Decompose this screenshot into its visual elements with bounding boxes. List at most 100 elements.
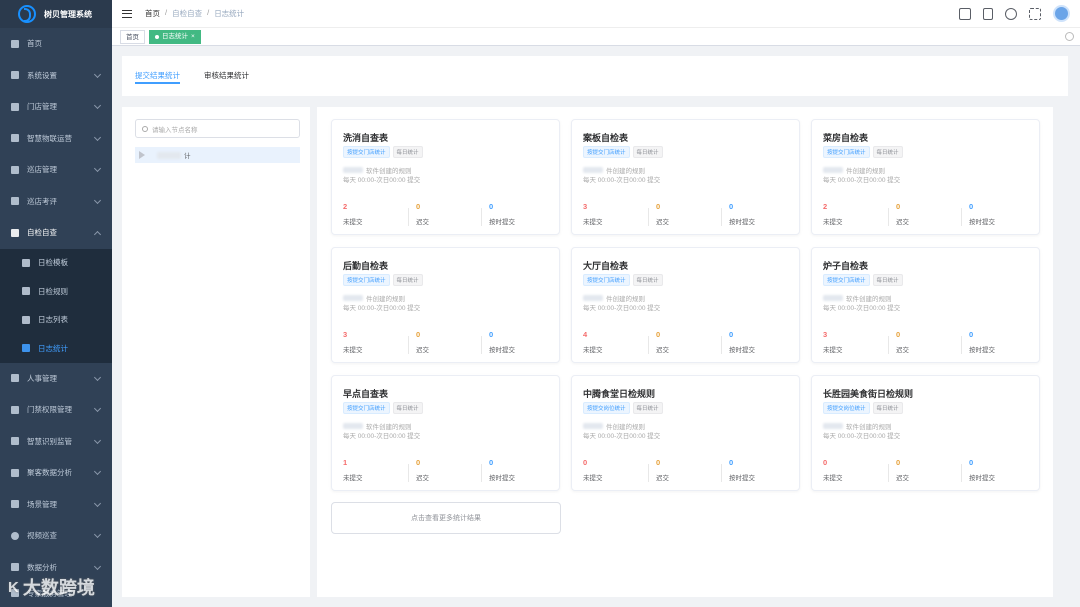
stat-type-badge: 按提交门店统计 xyxy=(583,274,630,286)
stat-value: 0 xyxy=(656,202,661,211)
stats-icon xyxy=(22,344,30,353)
chevron-down-icon xyxy=(93,467,102,476)
frequency-badge: 每日统计 xyxy=(392,402,423,414)
stat-card[interactable]: 菜房自检表 按提交门店统计 每日统计 件创建的规则 每天 00:00-次日00:00 提… xyxy=(811,119,1040,235)
sidebar-item-patrol[interactable]: 巡店管理 xyxy=(0,154,112,186)
stat-label: 按时提交 xyxy=(729,475,755,482)
card-description: 件创建的规则 每天 00:00-次日00:00 提交 xyxy=(583,423,660,441)
sidebar-subitem-log-list[interactable]: 日志列表 xyxy=(0,305,112,334)
mail-icon[interactable] xyxy=(959,7,971,20)
rule-schedule: 每天 00:00-次日00:00 提交 xyxy=(583,177,661,184)
checklist-icon xyxy=(11,228,19,237)
stat-value: 0 xyxy=(969,330,974,339)
sidebar-item-video[interactable]: 视频巡查 xyxy=(0,520,112,552)
stat-card[interactable]: 大厅自检表 按提交门店统计 每日统计 件创建的规则 每天 00:00-次日00:00 提… xyxy=(571,247,800,363)
tag-home[interactable]: 首页 xyxy=(120,29,145,44)
stat-card[interactable]: 洗消自查表 按提交门店统计 每日统计 软件创建的规则 每天 00:00-次日00:00 … xyxy=(331,119,560,235)
card-badges: 按提交门店统计 每日统计 xyxy=(343,402,423,414)
search-icon[interactable] xyxy=(1005,7,1017,20)
sidebar-subitem-template[interactable]: 日检模板 xyxy=(0,248,112,277)
card-title: 后勤自检表 xyxy=(343,261,389,271)
sidebar-subitem-log-stats[interactable]: 日志统计 xyxy=(0,334,112,363)
tag-log-stats[interactable]: 日志统计 × xyxy=(149,29,201,44)
card-badges: 按提交岗位统计 每日统计 xyxy=(583,402,663,414)
stat-value: 0 xyxy=(896,330,901,339)
card-badges: 按提交门店统计 每日统计 xyxy=(343,146,423,158)
card-description: 件创建的规则 每天 00:00-次日00:00 提交 xyxy=(583,167,660,185)
stat-label: 按时提交 xyxy=(489,475,515,482)
card-badges: 按提交门店统计 每日统计 xyxy=(823,146,903,158)
stat-card[interactable]: 长胜园美食街日检规则 按提交岗位统计 每日统计 软件创建的规则 每天 00:00-次日0… xyxy=(811,375,1040,491)
view-more-button[interactable]: 点击查看更多统计结果 xyxy=(331,502,561,534)
divider xyxy=(648,464,649,482)
stat-card[interactable]: 炉子自检表 按提交门店统计 每日统计 软件创建的规则 每天 00:00-次日00:00 … xyxy=(811,247,1040,363)
stat-card[interactable]: 后勤自检表 按提交门店统计 每日统计 件创建的规则 每天 00:00-次日00:00 提… xyxy=(331,247,560,363)
blurred-text xyxy=(343,295,363,301)
breadcrumb-home[interactable]: 首页 xyxy=(145,8,160,19)
stat-label: 未提交 xyxy=(343,475,363,482)
sidebar-item-iot[interactable]: 智慧物联运营 xyxy=(0,123,112,155)
sidebar-item-label: 自检自查 xyxy=(27,228,57,238)
card-title: 早点自查表 xyxy=(343,389,389,399)
blurred-text xyxy=(343,167,363,173)
search-icon xyxy=(142,125,148,132)
sidebar-item-self-check[interactable]: 自检自查 xyxy=(0,217,112,249)
stat-value: 0 xyxy=(896,458,901,467)
stat-label: 未提交 xyxy=(823,219,843,226)
sidebar-item-recognition[interactable]: 智慧识别监管 xyxy=(0,426,112,458)
stat-value: 0 xyxy=(656,330,661,339)
breadcrumb-self-check[interactable]: 自检自查 xyxy=(172,8,202,19)
top-header: 首页 / 自检自查 / 日志统计 xyxy=(112,0,1080,28)
sidebar-item-scene[interactable]: 场景管理 xyxy=(0,489,112,521)
document-icon[interactable] xyxy=(983,7,993,20)
sidebar-item-store[interactable]: 门店管理 xyxy=(0,91,112,123)
tab-review-stats[interactable]: 审核结果统计 xyxy=(204,70,249,81)
card-title: 洗消自查表 xyxy=(343,133,389,143)
stat-value: 0 xyxy=(729,330,734,339)
sidebar-item-label: 数据分析 xyxy=(27,562,57,572)
tag-close-icon[interactable]: × xyxy=(191,30,195,43)
stat-ontime: 0 按时提交 xyxy=(969,330,995,354)
header-actions xyxy=(959,5,1070,22)
stat-card[interactable]: 中腾食堂日检规则 按提交岗位统计 每日统计 件创建的规则 每天 00:00-次日00:0… xyxy=(571,375,800,491)
card-badges: 按提交门店统计 每日统计 xyxy=(583,274,663,286)
blurred-text xyxy=(823,167,843,173)
tags-view: 首页 日志统计 × xyxy=(112,28,1080,46)
globe-icon xyxy=(11,134,19,143)
sidebar-item-patrol-eval[interactable]: 巡店考评 xyxy=(0,186,112,218)
tree-node-label: 计 xyxy=(184,153,191,160)
sidebar-subitem-rules[interactable]: 日检规则 xyxy=(0,277,112,306)
sidebar-item-home[interactable]: 首页 xyxy=(0,28,112,60)
card-title: 菜房自检表 xyxy=(823,133,869,143)
menu-toggle-icon[interactable] xyxy=(122,9,132,18)
stat-ontime: 0 按时提交 xyxy=(729,202,755,226)
stat-ontime: 0 按时提交 xyxy=(969,458,995,482)
sidebar-item-system-settings[interactable]: 系统设置 xyxy=(0,60,112,92)
tree-panel: 请输入节点名称 计 xyxy=(122,107,310,597)
tree-search-input[interactable]: 请输入节点名称 xyxy=(135,119,300,138)
rule-schedule: 每天 00:00-次日00:00 提交 xyxy=(583,305,661,312)
sidebar-item-customer-data[interactable]: 聚客数据分析 xyxy=(0,457,112,489)
tree-node[interactable]: 计 xyxy=(135,147,300,163)
frequency-badge: 每日统计 xyxy=(872,402,903,414)
card-title: 大厅自检表 xyxy=(583,261,629,271)
stat-unsubmitted: 0 未提交 xyxy=(583,458,603,482)
stat-card[interactable]: 案板自检表 按提交门店统计 每日统计 件创建的规则 每天 00:00-次日00:00 提… xyxy=(571,119,800,235)
sidebar-item-label: 日检规则 xyxy=(38,286,68,296)
rule-schedule: 每天 00:00-次日00:00 提交 xyxy=(823,433,901,440)
stat-label: 迟交 xyxy=(416,219,429,226)
stat-ontime: 0 按时提交 xyxy=(969,202,995,226)
avatar[interactable] xyxy=(1053,5,1070,22)
frequency-badge: 每日统计 xyxy=(632,402,663,414)
sidebar-item-hr[interactable]: 人事管理 xyxy=(0,363,112,395)
divider xyxy=(408,336,409,354)
sidebar-item-access[interactable]: 门禁权限管理 xyxy=(0,394,112,426)
tab-submit-stats[interactable]: 提交结果统计 xyxy=(135,70,180,84)
close-all-tags-icon[interactable] xyxy=(1065,32,1074,41)
stat-value: 3 xyxy=(583,202,588,211)
sidebar-item-label: 门店管理 xyxy=(27,102,57,112)
fullscreen-icon[interactable] xyxy=(1029,7,1041,20)
stat-label: 迟交 xyxy=(656,347,669,354)
stat-card[interactable]: 早点自查表 按提交门店统计 每日统计 软件创建的规则 每天 00:00-次日00:00 … xyxy=(331,375,560,491)
stat-ontime: 0 按时提交 xyxy=(729,330,755,354)
